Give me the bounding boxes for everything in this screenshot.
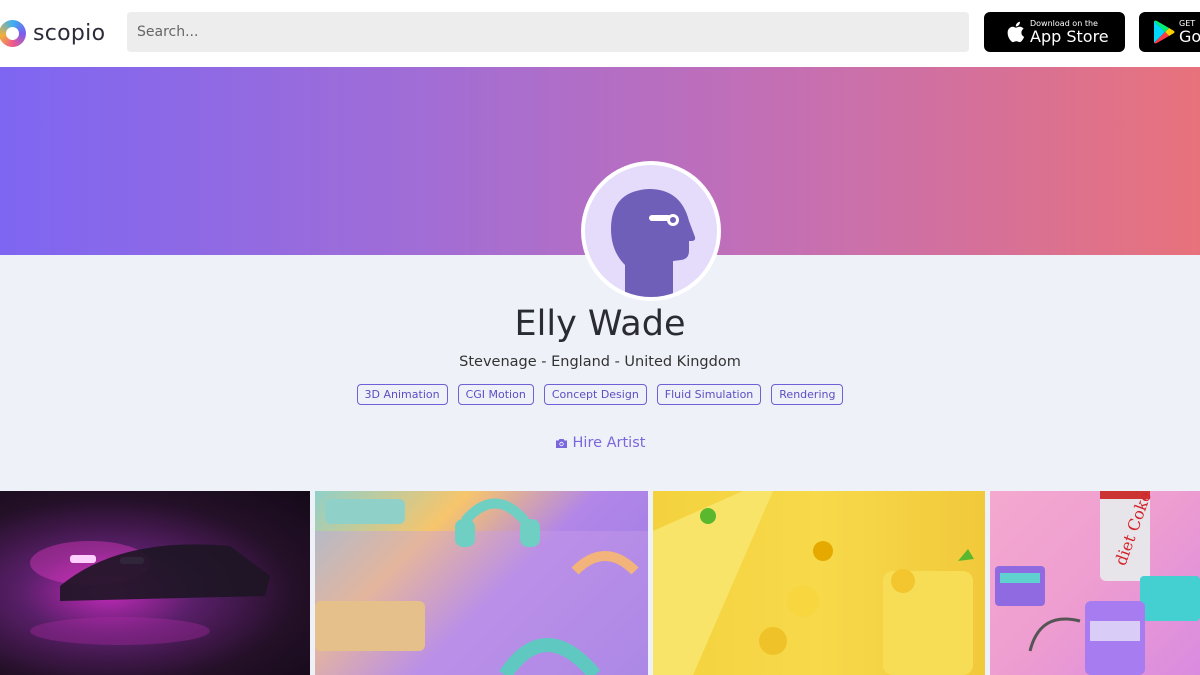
- skill-tag[interactable]: Rendering: [771, 384, 844, 405]
- avatar[interactable]: [581, 161, 721, 301]
- hire-artist-button[interactable]: Hire Artist: [0, 435, 1200, 451]
- person-silhouette-icon: [585, 165, 717, 297]
- artwork-thumbnail-headphones[interactable]: [315, 491, 648, 675]
- artwork-thumbnail-diet-coke-walkman[interactable]: diet Coke: [990, 491, 1200, 675]
- logo-text: scopio: [33, 20, 106, 46]
- artwork-thumbnail-lemon-bottles[interactable]: [652, 491, 986, 675]
- skill-tag[interactable]: Concept Design: [543, 384, 647, 405]
- skill-tag[interactable]: Fluid Simulation: [656, 384, 762, 405]
- scopio-logo[interactable]: scopio: [0, 18, 105, 48]
- camera-icon: [555, 438, 568, 449]
- google-play-button[interactable]: GET Go: [1139, 12, 1200, 52]
- skill-tag[interactable]: CGI Motion: [457, 384, 534, 405]
- artwork-thumbnail-police-car[interactable]: [0, 491, 311, 675]
- app-store-button[interactable]: Download on the App Store: [984, 12, 1125, 52]
- google-play-big-text: Go: [1179, 26, 1200, 46]
- artist-name: Elly Wade: [514, 304, 686, 344]
- artist-location: Stevenage - England - United Kingdom: [459, 354, 741, 370]
- skill-tags: 3D Animation CGI Motion Concept Design F…: [0, 384, 1200, 405]
- apple-icon: [1004, 19, 1026, 45]
- hire-artist-label: Hire Artist: [572, 435, 646, 451]
- top-header: scopio Download on the App Store GET Go: [0, 0, 1200, 67]
- artwork-gallery: diet Coke: [0, 491, 1200, 675]
- app-store-big-text: App Store: [1030, 26, 1109, 46]
- scopio-logo-mark-icon: [0, 19, 26, 47]
- google-play-icon: [1153, 19, 1175, 45]
- skill-tag[interactable]: 3D Animation: [356, 384, 448, 405]
- search-input[interactable]: [127, 12, 969, 52]
